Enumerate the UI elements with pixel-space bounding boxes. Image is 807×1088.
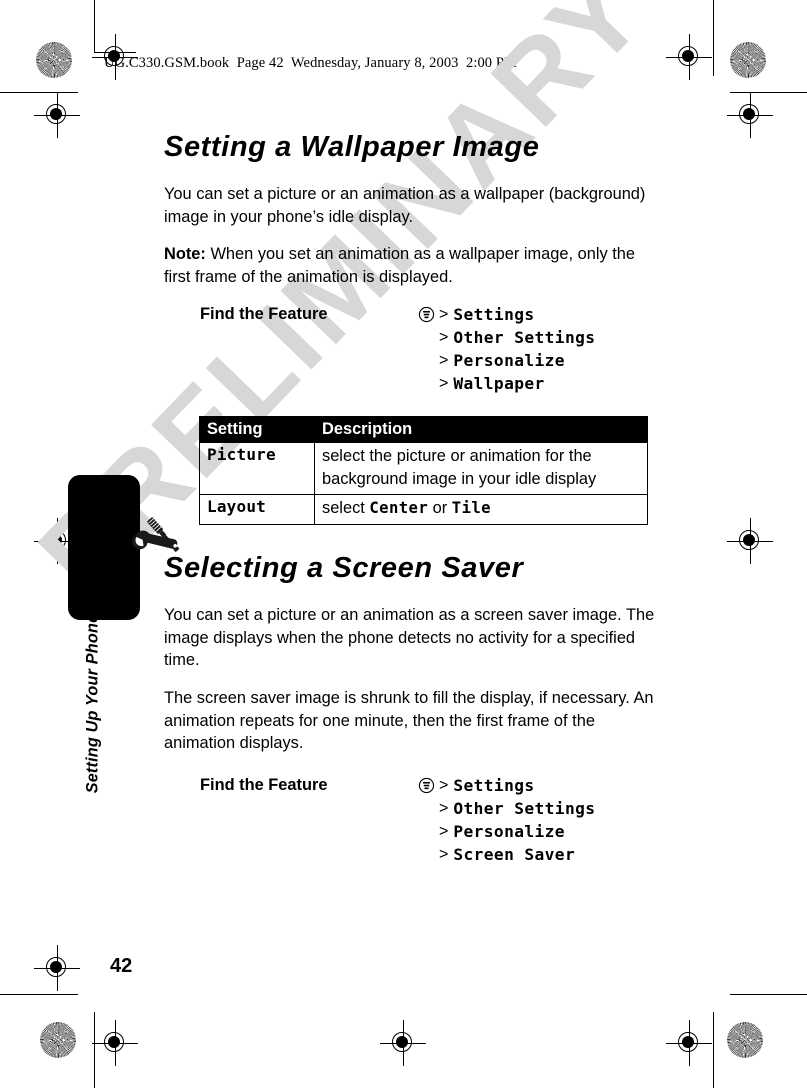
- menu-path-row: > Settings: [418, 774, 595, 797]
- table-row: Layout select Center or Tile: [199, 494, 648, 525]
- menu-item-personalize[interactable]: Personalize: [453, 351, 565, 370]
- menu-separator: >: [439, 374, 449, 392]
- menu-path-row: > Settings: [418, 303, 595, 326]
- description-middle: or: [428, 499, 452, 517]
- menu-path-row: > Other Settings: [418, 797, 595, 820]
- page-content: Setting a Wallpaper Image You can set a …: [0, 0, 807, 1088]
- menu-item-personalize[interactable]: Personalize: [453, 822, 565, 841]
- menu-item-other-settings[interactable]: Other Settings: [453, 799, 595, 818]
- wallpaper-settings-table: Setting Description Picture select the p…: [199, 416, 648, 525]
- menu-path-row: > Screen Saver: [418, 843, 595, 866]
- setting-name-picture: Picture: [199, 442, 315, 495]
- menu-path-row: > Wallpaper: [418, 372, 595, 395]
- paragraph-wallpaper-intro: You can set a picture or an animation as…: [164, 185, 646, 226]
- page-title-wallpaper: Setting a Wallpaper Image: [164, 131, 540, 163]
- menu-path-row: > Other Settings: [418, 326, 595, 349]
- menu-path-screen-saver: > Settings > Other Settings > Personaliz…: [418, 774, 595, 866]
- menu-separator: >: [439, 305, 449, 323]
- layout-option-tile: Tile: [451, 499, 491, 517]
- column-header-description: Description: [314, 416, 648, 443]
- menu-icon: [418, 306, 435, 323]
- column-header-setting: Setting: [199, 416, 315, 443]
- menu-item-settings[interactable]: Settings: [453, 776, 534, 795]
- menu-separator: >: [439, 328, 449, 346]
- menu-item-other-settings[interactable]: Other Settings: [453, 328, 595, 347]
- menu-separator: >: [439, 845, 449, 863]
- layout-option-center: Center: [369, 499, 429, 517]
- setting-description-layout: select Center or Tile: [314, 494, 648, 525]
- menu-item-wallpaper[interactable]: Wallpaper: [453, 374, 544, 393]
- setting-name-layout: Layout: [199, 494, 315, 525]
- page-number: 42: [110, 955, 133, 977]
- paragraph-wallpaper-note: Note: When you set an animation as a wal…: [164, 245, 636, 286]
- tools-wrench-screwdriver-icon: [128, 513, 184, 571]
- setting-description-picture: select the picture or animation for the …: [314, 442, 648, 495]
- description-prefix: select: [322, 499, 370, 517]
- chapter-tab-label: Setting Up Your Phone: [83, 613, 102, 794]
- menu-icon: [418, 777, 435, 794]
- menu-path-row: > Personalize: [418, 820, 595, 843]
- page-title-screen-saver: Selecting a Screen Saver: [164, 552, 524, 584]
- menu-separator: >: [439, 822, 449, 840]
- table-header-row: Setting Description: [199, 416, 648, 443]
- menu-item-screen-saver[interactable]: Screen Saver: [453, 845, 575, 864]
- menu-separator: >: [439, 799, 449, 817]
- menu-separator: >: [439, 776, 449, 794]
- menu-path-row: > Personalize: [418, 349, 595, 372]
- paragraph-screensaver-intro: You can set a picture or an animation as…: [164, 606, 655, 669]
- menu-item-settings[interactable]: Settings: [453, 305, 534, 324]
- paragraph-screensaver-detail: The screen saver image is shrunk to fill…: [164, 689, 654, 752]
- find-the-feature-label: Find the Feature: [200, 305, 328, 323]
- menu-path-wallpaper: > Settings > Other Settings > Personaliz…: [418, 303, 595, 395]
- menu-separator: >: [439, 351, 449, 369]
- find-the-feature-label: Find the Feature: [200, 776, 328, 794]
- note-label: Note:: [164, 245, 206, 263]
- table-row: Picture select the picture or animation …: [199, 442, 648, 495]
